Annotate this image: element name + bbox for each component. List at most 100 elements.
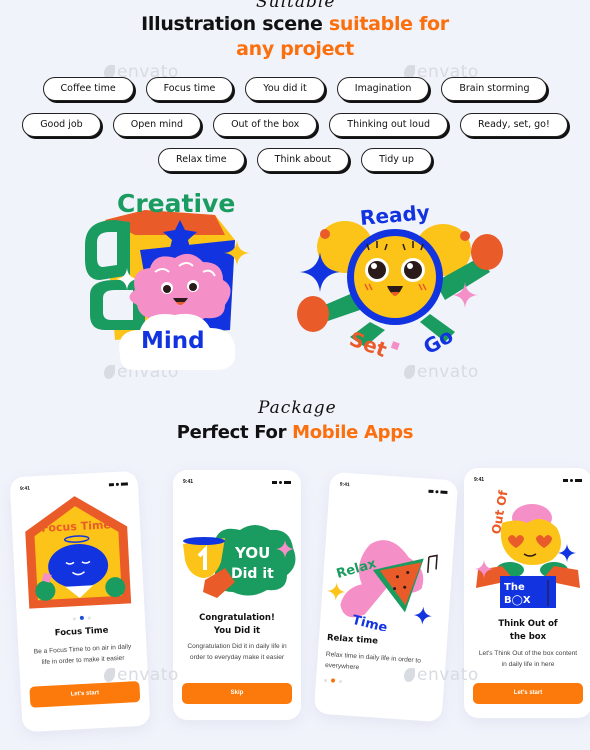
tag-pill[interactable]: Ready, set, go!: [460, 113, 568, 137]
page-dot[interactable]: [338, 679, 343, 683]
tag-pill[interactable]: Relax time: [158, 148, 245, 172]
status-icons: [272, 480, 291, 484]
tags-row-2: Good job Open mind Out of the box Thinki…: [0, 113, 590, 137]
status-bar: 9:41: [183, 478, 291, 486]
envato-leaf-icon: [404, 668, 415, 682]
status-bar: 9:41: [474, 476, 582, 484]
lets-start-button[interactable]: Let's start: [473, 683, 583, 704]
phone-description: Let's Think Out of the box content in da…: [478, 650, 578, 668]
status-time: 9:41: [339, 481, 350, 489]
envato-watermark: envato: [404, 362, 479, 382]
signal-icon: [428, 489, 434, 493]
go-text: Go: [419, 323, 457, 359]
battery-icon: [284, 480, 291, 484]
status-bar: 9:41: [20, 479, 128, 493]
box-text-line2: B◯X: [504, 595, 531, 606]
title-accent: suitable for: [328, 13, 449, 35]
page-dot-active[interactable]: [79, 615, 84, 621]
status-icons: [563, 478, 582, 482]
battery-icon: [120, 481, 128, 486]
envato-watermark: envato: [404, 665, 479, 685]
tag-pill[interactable]: Focus time: [145, 77, 234, 101]
page-dot[interactable]: [72, 616, 76, 620]
wifi-icon: [570, 478, 573, 482]
phone-mockup-out-of-the-box: 9:41 The B◯X Out Of Think Out of the box…: [464, 468, 590, 718]
title-accent-line2: any project: [236, 38, 354, 60]
out-of-the-box-art: The B◯X Out Of: [475, 489, 580, 608]
wifi-icon: [115, 482, 119, 486]
box-text-line1: The: [504, 582, 525, 593]
status-bar: 9:41: [339, 481, 448, 497]
music-note-icon: [427, 554, 438, 573]
glove-right: [471, 234, 503, 270]
page-title: Illustration scene suitable for any proj…: [0, 12, 590, 62]
svg-text:Did it: Did it: [231, 566, 274, 582]
envato-leaf-icon: [404, 365, 415, 379]
tag-pill[interactable]: Brain storming: [441, 77, 548, 101]
section-title-accent: Mobile Apps: [292, 422, 414, 443]
watermark-text: envato: [417, 362, 479, 382]
battery-icon: [575, 478, 582, 482]
section-title-text: Perfect For: [176, 422, 293, 443]
tag-pill[interactable]: Think about: [256, 148, 350, 172]
tag-pill[interactable]: You did it: [245, 77, 325, 101]
script-word-package: Package: [258, 398, 337, 418]
page-indicator: [323, 678, 343, 683]
phone-title: Focus Time: [54, 625, 109, 639]
tag-pill[interactable]: Out of the box: [213, 113, 318, 137]
time-art-text: Time: [351, 613, 389, 635]
watermark-text: envato: [417, 665, 479, 685]
page-indicator: [72, 615, 91, 621]
page-dot[interactable]: [323, 678, 328, 682]
title-text: Illustration scene: [141, 13, 329, 35]
tag-pill[interactable]: Thinking out loud: [329, 113, 449, 137]
phone-title: Congratulation! You Did it: [173, 612, 301, 638]
set-text: Set: [346, 327, 390, 362]
you-did-it-art: YOU Did it: [183, 525, 296, 598]
battery-icon: [440, 490, 448, 494]
wifi-icon: [435, 489, 439, 493]
envato-leaf-icon: [104, 668, 115, 682]
watermark-text: envato: [117, 665, 179, 685]
tag-pill[interactable]: Tidy up: [361, 148, 432, 172]
tag-pill[interactable]: Good job: [22, 113, 101, 137]
tags-row-3: Relax time Think about Tidy up: [0, 148, 590, 172]
status-icons: [108, 481, 128, 486]
page-dot-active[interactable]: [330, 678, 336, 683]
glove-left: [297, 296, 329, 332]
ready-set-go-illustration: Ready Set Go: [297, 200, 503, 362]
signal-icon: [272, 480, 277, 484]
phone-mockup-you-did-it: 9:41 YOU Did it Congratulation! You Did …: [173, 470, 301, 720]
svg-text:YOU: YOU: [234, 544, 270, 562]
skip-button[interactable]: Skip: [182, 683, 292, 704]
tag-pill[interactable]: Imagination: [336, 77, 430, 101]
tag-pill[interactable]: Coffee time: [42, 77, 134, 101]
phone-mockup-focus-time: 9:41 Focus Time Focus Time Be a Focus Ti…: [9, 470, 151, 733]
script-word-suitable: Suitable: [256, 0, 336, 12]
lets-start-button[interactable]: Let's start: [29, 681, 141, 708]
status-time: 9:41: [19, 485, 31, 492]
title-line-1: Congratulation!: [199, 613, 275, 623]
signal-icon: [108, 482, 114, 486]
mind-text: Mind: [141, 328, 205, 354]
status-time: 9:41: [474, 477, 485, 483]
signal-icon: [563, 478, 568, 482]
title-line-2: the box: [509, 632, 547, 642]
wifi-icon: [279, 480, 282, 484]
tags-row-1: Coffee time Focus time You did it Imagin…: [0, 77, 590, 101]
focus-time-art: Focus Time: [25, 496, 132, 609]
creative-mind-illustration: Creative Mind: [85, 189, 250, 370]
section-title: Perfect For Mobile Apps: [0, 420, 590, 445]
ready-text: Ready: [359, 200, 431, 230]
title-line-2: You Did it: [213, 626, 261, 636]
creative-text: Creative: [117, 189, 235, 218]
relax-time-art: Relax Time: [327, 540, 438, 635]
phone-title: Think Out of the box: [464, 618, 590, 644]
phone-description: Congratulation Did it in daily life in o…: [187, 643, 287, 661]
title-line-1: Think Out of: [498, 619, 558, 629]
status-icons: [428, 489, 448, 494]
clock-face: [354, 236, 436, 318]
page-dot[interactable]: [87, 615, 91, 620]
tag-pill[interactable]: Open mind: [112, 113, 202, 137]
status-time: 9:41: [183, 479, 194, 485]
